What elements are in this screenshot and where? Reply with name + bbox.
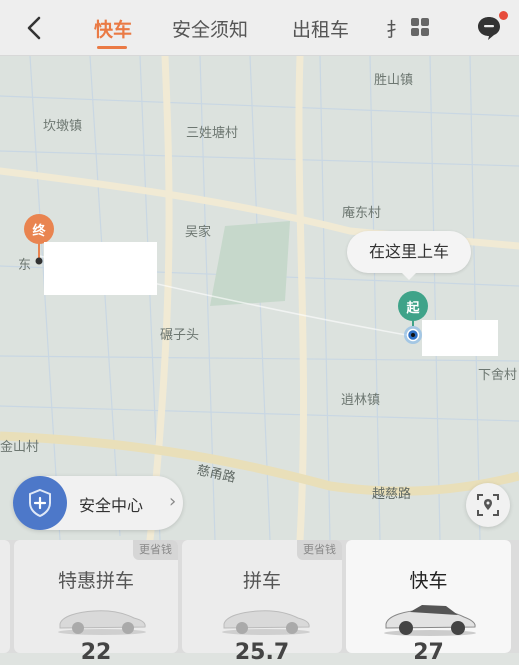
back-arrow-icon[interactable] [22, 14, 48, 42]
place-label: 东 [18, 258, 32, 273]
place-label: 坎墩镇 [43, 119, 83, 134]
pickup-bubble[interactable]: 在这里上车 [347, 231, 472, 280]
locate-icon [477, 494, 499, 516]
destination-pin-stem [35, 242, 43, 265]
destination-pin[interactable]: 终 [24, 214, 54, 244]
relocate-button[interactable] [466, 483, 510, 527]
car-icon [222, 610, 310, 635]
option-title: 特惠拼车 [57, 570, 134, 592]
place-label: 金山村 [0, 440, 40, 455]
option-tag: 更省钱 [297, 540, 342, 560]
tab-taxi[interactable]: 出租车 [292, 15, 349, 42]
grid-menu-icon[interactable] [410, 17, 430, 37]
option-tag: 更省钱 [133, 540, 178, 560]
notification-dot [499, 11, 508, 20]
chevron-right-icon: › [169, 491, 177, 512]
active-tab-indicator [97, 46, 127, 49]
tab-express[interactable]: 快车 [94, 15, 132, 42]
road-label: 越慈路 [372, 487, 412, 502]
ride-option-card-partial[interactable] [0, 540, 10, 653]
place-label: 胜山镇 [374, 73, 414, 88]
ride-option-card[interactable]: 更省钱 特惠拼车 22 [14, 540, 178, 665]
place-label: 吴家 [185, 225, 212, 240]
pickup-pin[interactable]: 起 [398, 291, 428, 321]
place-label: 三姓塘村 [186, 126, 239, 141]
ride-options: 更省钱 特惠拼车 22 更省钱 拼车 25.7 快车 27 [0, 540, 519, 665]
safety-center-label: 安全中心 [79, 496, 144, 515]
tab-safety-notes[interactable]: 安全须知 [172, 15, 248, 42]
safety-center-button[interactable]: 安全中心 › [13, 476, 183, 530]
ride-option-card[interactable]: 更省钱 拼车 25.7 [182, 540, 342, 665]
place-label: 庵东村 [342, 206, 382, 221]
map-view[interactable]: 胜山镇 坎墩镇 三姓塘村 庵东村 吴家 碾子头 逍林镇 下舍村 金山村 东 慈甬… [0, 56, 519, 540]
shield-icon [13, 476, 67, 530]
redacted-address [422, 320, 498, 356]
car-icon [384, 605, 476, 636]
place-label: 碾子头 [160, 328, 200, 343]
redacted-address [44, 242, 157, 295]
place-label: 下舍村 [478, 368, 518, 383]
top-bar: 快车 安全须知 出租车 扌 [0, 0, 519, 56]
ride-option-card-selected[interactable]: 快车 27 [346, 540, 511, 665]
message-icon[interactable] [476, 14, 502, 42]
option-title: 拼车 [242, 570, 281, 592]
tab-truncated[interactable]: 扌 [386, 15, 400, 42]
option-title: 快车 [409, 570, 448, 592]
place-label: 逍林镇 [341, 393, 381, 408]
car-icon [58, 610, 146, 635]
